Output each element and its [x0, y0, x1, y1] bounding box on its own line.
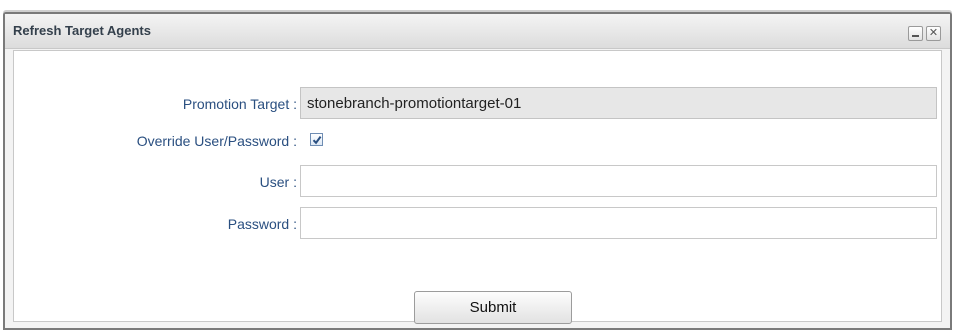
- user-label-text: User: [259, 174, 290, 190]
- refresh-target-agents-dialog: Refresh Target Agents ✕ Promotion Target…: [3, 12, 952, 330]
- override-label: Override User/Password :: [137, 133, 297, 149]
- label-colon: :: [293, 216, 297, 232]
- password-label: Password :: [228, 216, 297, 232]
- dialog-content: Promotion Target : Override User/Passwor…: [13, 50, 942, 324]
- minimize-icon[interactable]: [908, 26, 923, 41]
- password-label-text: Password: [227, 216, 290, 232]
- promotion-target-label-text: Promotion Target: [182, 96, 290, 112]
- close-icon[interactable]: ✕: [926, 26, 941, 41]
- dialog-titlebar[interactable]: Refresh Target Agents ✕: [5, 14, 950, 49]
- label-colon: :: [293, 96, 297, 112]
- promotion-target-label: Promotion Target :: [183, 96, 297, 112]
- checkmark-icon: [312, 136, 322, 145]
- password-input[interactable]: [300, 207, 937, 239]
- dialog-title: Refresh Target Agents: [13, 23, 151, 38]
- override-user-password-checkbox[interactable]: [310, 133, 323, 146]
- label-colon: :: [293, 133, 297, 149]
- override-label-text: Override User/Password: [136, 133, 290, 149]
- promotion-target-field: [300, 87, 937, 119]
- label-colon: :: [293, 174, 297, 190]
- user-label: User :: [260, 174, 297, 190]
- submit-button[interactable]: Submit: [414, 291, 572, 324]
- user-input[interactable]: [300, 165, 937, 197]
